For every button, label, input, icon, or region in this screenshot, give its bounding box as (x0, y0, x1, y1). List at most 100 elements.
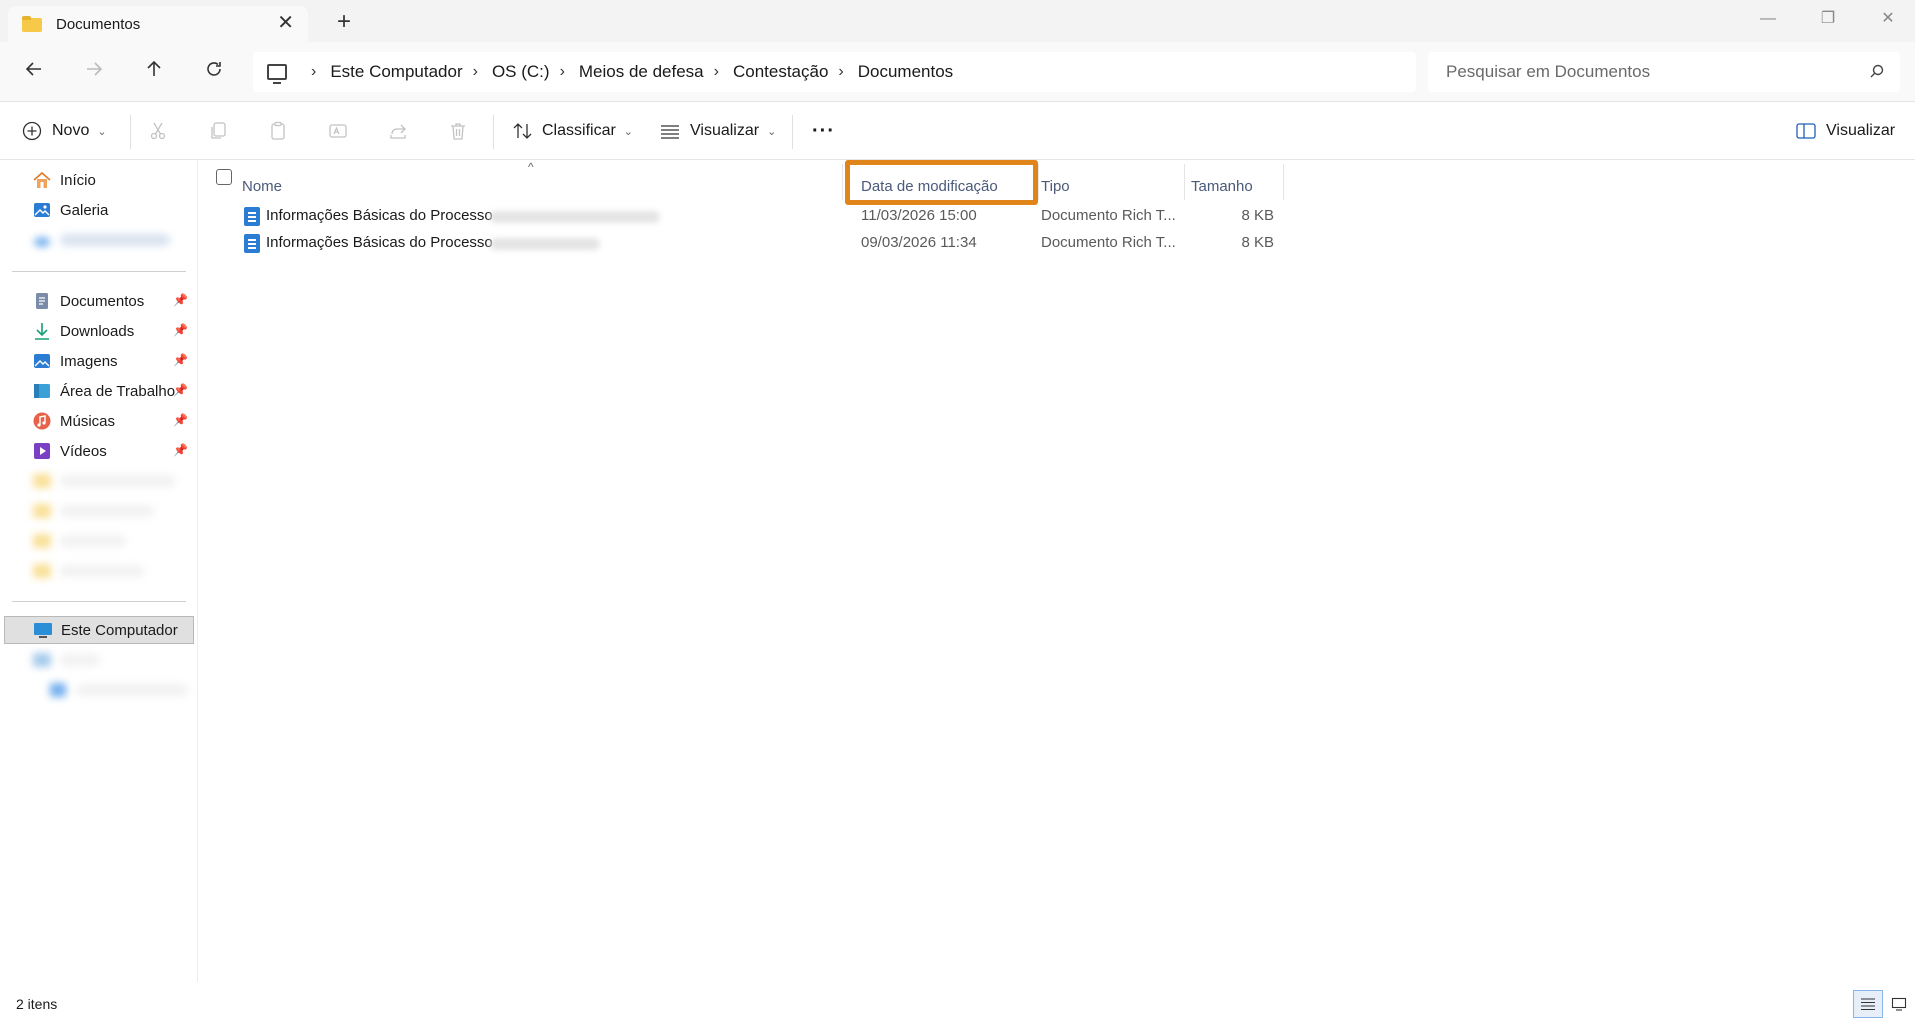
tiles-view-button[interactable] (1884, 990, 1914, 1018)
sidebar-item-label: Galeria (60, 201, 109, 219)
sidebar-item-downloads[interactable]: Downloads 📌 (4, 317, 194, 345)
sidebar-item-imagens[interactable]: Imagens 📌 (4, 347, 194, 375)
file-row[interactable]: Informações Básicas do Processo 11/03/20… (200, 203, 1280, 229)
column-header-type[interactable]: Tipo (1041, 168, 1181, 204)
select-all-checkbox[interactable] (216, 169, 232, 185)
sidebar-item-videos[interactable]: Vídeos 📌 (4, 437, 194, 465)
breadcrumb-os-c[interactable]: OS (C:) (492, 62, 550, 82)
search-input[interactable] (1446, 62, 1846, 82)
back-button[interactable] (16, 56, 52, 88)
pin-icon[interactable]: 📌 (173, 323, 188, 337)
sidebar-item-musicas[interactable]: Músicas 📌 (4, 407, 194, 435)
breadcrumb-contestacao[interactable]: Contestação (733, 62, 828, 82)
pin-icon[interactable]: 📌 (173, 353, 188, 367)
breadcrumb-meios-de-defesa[interactable]: Meios de defesa (579, 62, 704, 82)
copy-button[interactable] (208, 115, 228, 147)
list-view-icon (661, 125, 679, 139)
sidebar-item-documentos[interactable]: Documentos 📌 (4, 287, 194, 315)
cut-button[interactable] (148, 115, 168, 147)
delete-button[interactable] (448, 115, 468, 147)
arrow-right-icon (87, 62, 103, 76)
file-row[interactable]: Informações Básicas do Processo 09/03/20… (200, 230, 1280, 256)
chevron-down-icon: ⌄ (767, 125, 777, 138)
videos-icon (32, 441, 52, 461)
sidebar-item-device-blurred[interactable] (4, 676, 194, 704)
file-size: 8 KB (1241, 207, 1274, 224)
chevron-right-icon[interactable]: › (714, 63, 719, 81)
sidebar-item-folder-blurred[interactable] (4, 557, 194, 585)
close-window-button[interactable]: ✕ (1868, 4, 1908, 34)
breadcrumb-documentos[interactable]: Documentos (858, 62, 953, 82)
blurred-label (60, 535, 126, 547)
sort-button[interactable]: Classificar ⌄ (512, 115, 633, 147)
file-type: Documento Rich T... (1041, 207, 1176, 224)
blurred-label (60, 505, 154, 517)
sidebar-item-folder-blurred[interactable] (4, 527, 194, 555)
arrow-left-icon (25, 62, 41, 76)
sidebar-item-onedrive-blurred[interactable] (4, 226, 194, 254)
pane-divider[interactable] (197, 160, 198, 982)
sidebar-item-label: Vídeos (60, 442, 107, 460)
sidebar-item-folder-blurred[interactable] (4, 497, 194, 525)
sidebar-item-label: Área de Trabalho (60, 382, 176, 400)
search-icon[interactable] (1870, 64, 1884, 78)
sidebar-item-label: Documentos (60, 292, 145, 310)
chevron-right-icon[interactable]: › (560, 63, 565, 81)
maximize-button[interactable]: ❐ (1808, 4, 1848, 34)
item-count: 2 itens (16, 996, 58, 1012)
share-button[interactable] (388, 115, 408, 147)
sidebar-item-area-de-trabalho[interactable]: Área de Trabalho 📌 (4, 377, 194, 405)
breadcrumb-este-computador[interactable]: Este Computador (330, 62, 462, 82)
tiles-view-icon (1891, 997, 1907, 1011)
column-separator[interactable] (1184, 164, 1185, 200)
network-icon (32, 650, 52, 670)
folder-icon (32, 501, 52, 521)
downloads-icon (32, 321, 52, 341)
close-tab-button[interactable]: ✕ (277, 12, 294, 34)
pin-icon[interactable]: 📌 (173, 383, 188, 397)
search-box[interactable] (1428, 52, 1900, 92)
pictures-icon (32, 351, 52, 371)
refresh-button[interactable] (196, 56, 232, 88)
pin-icon[interactable]: 📌 (173, 413, 188, 427)
sidebar-item-folder-blurred[interactable] (4, 467, 194, 495)
sidebar-item-inicio[interactable]: Início (4, 166, 194, 194)
chevron-right-icon: › (311, 63, 317, 80)
sidebar-item-network-blurred[interactable] (4, 646, 194, 674)
gallery-icon (32, 200, 52, 220)
up-button[interactable] (136, 56, 172, 88)
details-view-icon (1861, 998, 1875, 1011)
column-size-label: Tamanho (1191, 177, 1253, 195)
navigation-pane: Início Galeria Documentos 📌 Downloads 📌 … (0, 160, 196, 982)
pin-icon[interactable]: 📌 (173, 293, 188, 307)
divider (792, 115, 793, 149)
rename-button[interactable] (328, 115, 348, 147)
view-button[interactable]: Visualizar ⌄ (660, 115, 776, 147)
chevron-right-icon[interactable]: › (838, 63, 843, 81)
paste-button[interactable] (268, 115, 288, 147)
sidebar-item-galeria[interactable]: Galeria (4, 196, 194, 224)
chevron-right-icon[interactable]: › (473, 63, 478, 81)
sidebar-item-este-computador[interactable]: Este Computador (4, 616, 194, 644)
column-header-size[interactable]: Tamanho (1191, 168, 1281, 204)
divider (12, 271, 186, 272)
forward-button[interactable] (76, 56, 112, 88)
sort-label: Classificar (542, 122, 616, 139)
tab-documentos[interactable]: Documentos ✕ (8, 6, 308, 42)
preview-pane-button[interactable]: Visualizar (1796, 115, 1895, 147)
pin-icon[interactable]: 📌 (173, 443, 188, 457)
minimize-button[interactable]: — (1748, 4, 1788, 34)
new-button[interactable]: Novo ⌄ (22, 115, 107, 147)
divider (12, 601, 186, 602)
chevron-down-icon: ⌄ (97, 125, 107, 138)
file-date: 11/03/2026 15:00 (861, 207, 977, 224)
column-separator[interactable] (842, 164, 843, 200)
address-bar[interactable]: › Este Computador › OS (C:) › Meios de d… (253, 52, 1416, 92)
new-tab-button[interactable]: + (330, 8, 358, 36)
details-view-button[interactable] (1853, 990, 1883, 1018)
more-options-button[interactable]: ··· (812, 115, 835, 147)
column-separator[interactable] (1038, 164, 1039, 200)
folder-icon (22, 16, 42, 32)
column-header-name[interactable]: Nome (242, 168, 692, 204)
column-separator[interactable] (1283, 164, 1284, 200)
